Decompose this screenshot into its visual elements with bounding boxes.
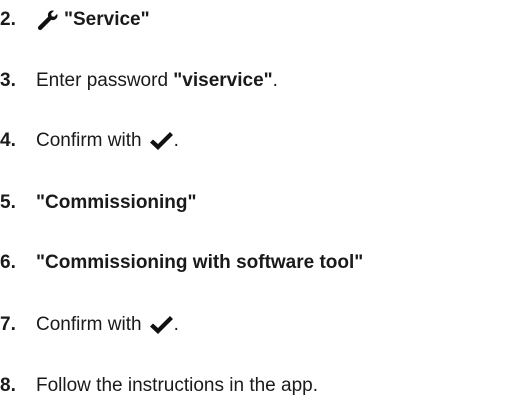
step-4: 4. Confirm with . (0, 126, 179, 156)
step-number: 2. (0, 9, 16, 30)
step-text: Confirm with (36, 130, 142, 151)
step-3: 3. Enter password "viservice". (0, 66, 278, 96)
step-6: 6. "Commissioning with software tool" (0, 248, 363, 278)
check-icon (148, 130, 174, 152)
step-number: 6. (0, 252, 16, 273)
step-2: 2. "Service" (0, 5, 150, 35)
step-punctuation: . (173, 314, 179, 335)
step-number: 8. (0, 375, 16, 396)
wrench-icon (36, 9, 58, 31)
step-text: Follow the instructions in the app. (36, 375, 318, 396)
check-icon (148, 314, 174, 336)
step-8: 8. Follow the instructions in the app. (0, 371, 318, 401)
password-value: "viservice" (173, 70, 273, 91)
step-punctuation: . (173, 130, 179, 151)
step-number: 5. (0, 192, 16, 213)
step-7: 7. Confirm with . (0, 310, 179, 340)
step-label: "Commissioning with software tool" (36, 252, 364, 273)
step-label: "Service" (64, 9, 150, 30)
step-punctuation: . (272, 70, 278, 91)
step-number: 3. (0, 70, 16, 91)
step-number: 4. (0, 130, 16, 151)
step-5: 5. "Commissioning" (0, 188, 197, 218)
step-text: Confirm with (36, 314, 142, 335)
step-label: "Commissioning" (36, 192, 197, 213)
step-number: 7. (0, 314, 16, 335)
step-text: Enter password (36, 70, 169, 91)
